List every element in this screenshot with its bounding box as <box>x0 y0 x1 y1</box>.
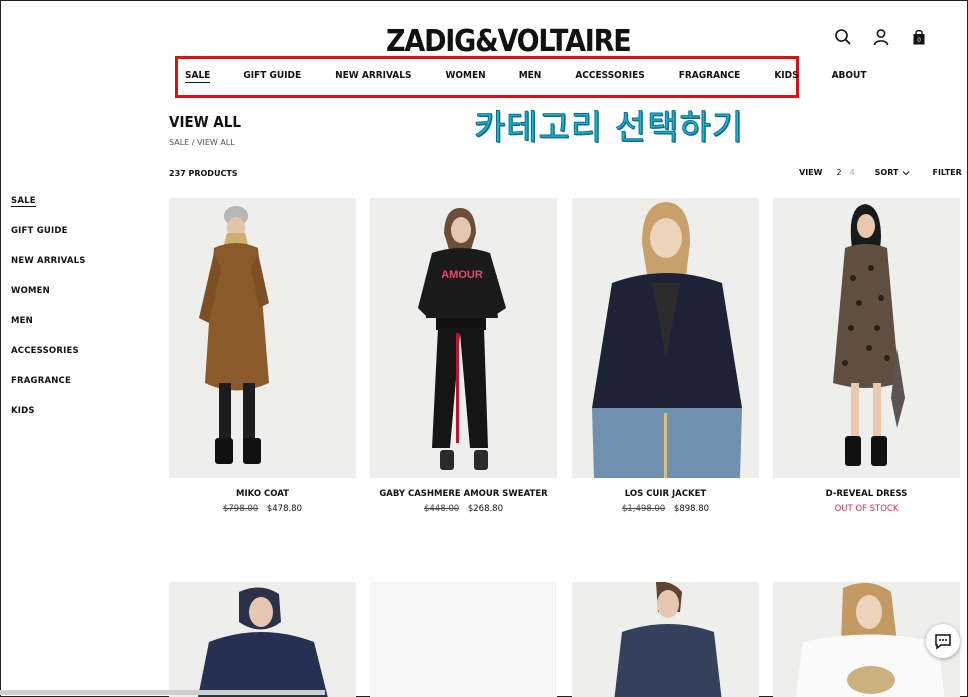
product-price: $448.00 $268.80 <box>370 504 557 514</box>
top-navigation: SALE GIFT GUIDE NEW ARRIVALS WOMEN MEN A… <box>185 70 867 83</box>
product-card[interactable] <box>169 582 356 697</box>
product-card[interactable]: LOS CUIR JACKET $1,498.00 $898.80 <box>572 198 759 514</box>
annotation-label: 카테고리 선택하기 <box>473 108 745 149</box>
sidebar-item-new-arrivals[interactable]: NEW ARRIVALS <box>11 256 86 286</box>
original-price: $798.00 <box>222 504 259 514</box>
nav-item-gift-guide[interactable]: GIFT GUIDE <box>243 70 301 83</box>
nav-item-men[interactable]: MEN <box>519 70 542 83</box>
product-image[interactable] <box>169 582 356 697</box>
sidebar-item-label: SALE <box>11 196 36 207</box>
product-image-gaby-sweater[interactable]: AMOUR <box>370 198 557 478</box>
breadcrumb[interactable]: SALE / VIEW ALL <box>169 138 235 147</box>
sale-price: $268.80 <box>467 504 503 514</box>
sidebar-item-gift-guide[interactable]: GIFT GUIDE <box>11 226 86 256</box>
bag-icon[interactable]: 0 <box>910 28 928 46</box>
sort-label: SORT <box>874 168 899 177</box>
product-card[interactable] <box>572 582 759 697</box>
nav-item-accessories[interactable]: ACCESSORIES <box>575 70 644 83</box>
product-image-d-reveal-dress[interactable] <box>773 198 960 478</box>
sidebar-item-label: WOMEN <box>11 286 50 296</box>
sort-dropdown[interactable]: SORT <box>875 168 911 177</box>
sidebar-item-label: MEN <box>11 316 33 326</box>
listing-toolbar: VIEW 2 4 SORT FILTER <box>799 168 968 177</box>
sale-price: $478.80 <box>266 504 302 514</box>
sidebar-item-label: NEW ARRIVALS <box>11 256 86 266</box>
product-name[interactable]: D-REVEAL DRESS <box>773 489 960 499</box>
chevron-down-icon <box>903 170 910 175</box>
product-count: 237 PRODUCTS <box>169 169 238 178</box>
sale-price: $898.80 <box>673 504 710 514</box>
filter-label: FILTER <box>932 168 962 177</box>
product-name[interactable]: LOS CUIR JACKET <box>572 489 759 499</box>
sidebar-item-label: GIFT GUIDE <box>11 226 68 236</box>
product-name[interactable]: MIKO COAT <box>169 489 356 499</box>
original-price: $1,498.00 <box>621 504 666 514</box>
out-of-stock-label: OUT OF STOCK <box>834 504 899 514</box>
sidebar-item-label: KIDS <box>11 406 35 416</box>
view-option-2[interactable]: 2 <box>836 168 841 177</box>
nav-item-new-arrivals[interactable]: NEW ARRIVALS <box>335 70 411 83</box>
sidebar-item-label: ACCESSORIES <box>11 346 79 356</box>
product-card[interactable]: MIKO COAT $798.00 $478.80 <box>169 198 356 514</box>
nav-item-sale[interactable]: SALE <box>185 70 211 83</box>
product-card[interactable] <box>370 582 557 697</box>
sidebar-item-label: FRAGRANCE <box>11 376 71 386</box>
header-icons: 0 <box>834 28 928 46</box>
sidebar-categories: SALE GIFT GUIDE NEW ARRIVALS WOMEN MEN A… <box>11 196 86 436</box>
product-card[interactable]: AMOUR GABY CASHMERE AMOUR SWEATER $448.0… <box>370 198 557 514</box>
original-price: $448.00 <box>423 504 460 514</box>
nav-item-fragrance[interactable]: FRAGRANCE <box>679 70 741 83</box>
product-price: $798.00 $478.80 <box>169 504 356 514</box>
nav-item-kids[interactable]: KIDS <box>774 70 798 83</box>
sidebar-item-kids[interactable]: KIDS <box>11 406 86 436</box>
product-image-miko-coat[interactable] <box>169 198 356 478</box>
sidebar-item-accessories[interactable]: ACCESSORIES <box>11 346 86 376</box>
product-price: $1,498.00 $898.80 <box>572 504 759 514</box>
product-name[interactable]: GABY CASHMERE AMOUR SWEATER <box>370 489 557 499</box>
chat-button[interactable] <box>926 624 960 658</box>
horizontal-scrollbar[interactable] <box>0 690 325 695</box>
sidebar-item-sale[interactable]: SALE <box>11 196 86 226</box>
view-option-4[interactable]: 4 <box>850 168 855 177</box>
nav-item-women[interactable]: WOMEN <box>445 70 485 83</box>
product-availability: OUT OF STOCK <box>773 504 960 514</box>
filter-dropdown[interactable]: FILTER <box>932 168 968 177</box>
page-title: VIEW ALL <box>169 113 241 131</box>
view-label: VIEW <box>799 168 823 177</box>
chat-icon <box>935 634 951 650</box>
search-icon[interactable] <box>834 28 852 46</box>
product-image[interactable] <box>572 582 759 697</box>
sidebar-item-women[interactable]: WOMEN <box>11 286 86 316</box>
product-card[interactable]: D-REVEAL DRESS OUT OF STOCK <box>773 198 960 514</box>
product-image-los-cuir-jacket[interactable] <box>572 198 759 478</box>
sidebar-item-fragrance[interactable]: FRAGRANCE <box>11 376 86 406</box>
user-icon[interactable] <box>872 28 890 46</box>
product-image[interactable] <box>370 582 557 697</box>
sweater-print: AMOUR <box>441 269 483 281</box>
sidebar-item-men[interactable]: MEN <box>11 316 86 346</box>
brand-logo[interactable]: ZADIG&VOLTAIRE <box>386 24 632 59</box>
nav-item-about[interactable]: ABOUT <box>832 70 867 83</box>
